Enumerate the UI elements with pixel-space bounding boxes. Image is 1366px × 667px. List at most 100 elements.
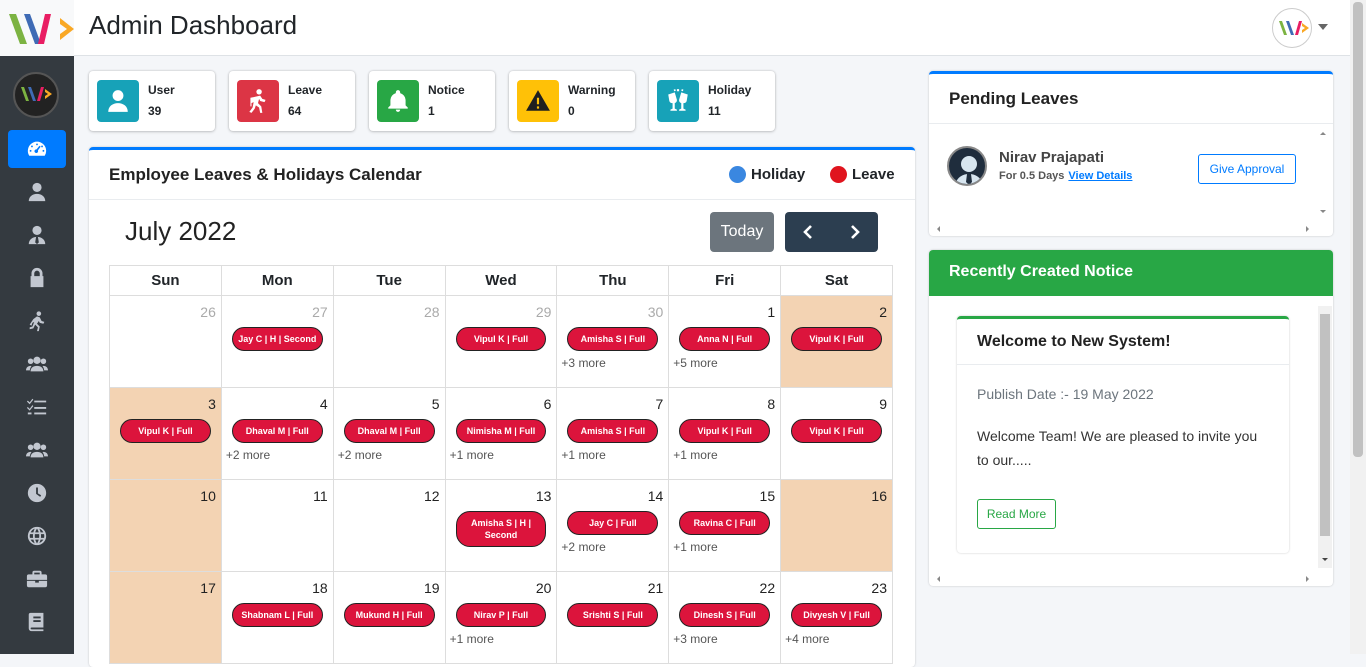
leave-event[interactable]: Dhaval M | Full (343, 419, 435, 443)
more-events-link[interactable]: +3 more (561, 356, 605, 370)
day-number[interactable]: 27 (312, 304, 328, 320)
day-number[interactable]: 22 (760, 580, 776, 596)
leave-event[interactable]: Dhaval M | Full (231, 419, 323, 443)
page-scrollbar-thumb[interactable] (1353, 2, 1363, 457)
calendar-day-cell[interactable]: 29 Vipul K | Full (444, 295, 558, 388)
nav-teams[interactable] (8, 345, 66, 383)
leave-event[interactable]: Vipul K | Full (791, 419, 882, 443)
nav-leave[interactable] (8, 302, 66, 340)
calendar-day-cell[interactable]: 11 (220, 479, 334, 572)
leave-event[interactable]: Ravina C | Full (679, 511, 771, 535)
more-events-link[interactable]: +1 more (450, 632, 494, 646)
view-details-link[interactable]: View Details (1068, 170, 1132, 182)
nav-users[interactable] (8, 173, 66, 211)
nav-security[interactable] (8, 259, 66, 297)
calendar-day-cell[interactable]: 13 Amisha S | H | Second (444, 479, 558, 572)
more-events-link[interactable]: +5 more (673, 356, 717, 370)
leave-event[interactable]: Nirav P | Full (455, 603, 547, 627)
user-menu-caret-icon[interactable] (1318, 24, 1328, 30)
pending-list-hscrollbar[interactable] (933, 220, 1313, 232)
leave-event[interactable]: Divyesh V | Full (791, 603, 882, 627)
more-events-link[interactable]: +2 more (561, 540, 605, 554)
calendar-day-cell[interactable]: 10 (109, 479, 222, 572)
sidebar-avatar[interactable] (13, 72, 59, 118)
calendar-day-cell[interactable]: 14 Jay C | Full +2 more (556, 479, 670, 572)
calendar-day-cell[interactable]: 22 Dinesh S | Full +3 more (668, 571, 782, 664)
calendar-day-cell[interactable]: 2 Vipul K | Full (780, 295, 893, 388)
day-number[interactable]: 19 (424, 580, 440, 596)
day-number[interactable]: 11 (313, 488, 328, 504)
leave-event[interactable]: Dinesh S | Full (679, 603, 771, 627)
leave-event[interactable]: Shabnam L | Full (231, 603, 323, 627)
calendar-day-cell[interactable]: 16 (780, 479, 893, 572)
day-number[interactable]: 7 (655, 396, 663, 412)
calendar-day-cell[interactable]: 19 Mukund H | Full (332, 571, 446, 664)
calendar-day-cell[interactable]: 9 Vipul K | Full (780, 387, 893, 480)
nav-docs[interactable] (8, 603, 66, 641)
day-number[interactable]: 3 (208, 396, 216, 412)
stat-notice[interactable]: Notice 1 (369, 71, 495, 131)
day-number[interactable]: 28 (424, 304, 440, 320)
nav-dashboard[interactable] (8, 130, 66, 168)
day-number[interactable]: 13 (536, 488, 552, 504)
nav-tasks[interactable] (8, 388, 66, 426)
leave-event[interactable]: Vipul K | Full (120, 419, 211, 443)
calendar-day-cell[interactable]: 7 Amisha S | Full +1 more (556, 387, 670, 480)
calendar-day-cell[interactable]: 3 Vipul K | Full (109, 387, 222, 480)
stat-holiday[interactable]: Holiday 11 (649, 71, 775, 131)
day-number[interactable]: 15 (760, 488, 776, 504)
calendar-day-cell[interactable]: 21 Srishti S | Full (556, 571, 670, 664)
day-number[interactable]: 6 (544, 396, 552, 412)
next-month-button[interactable] (832, 212, 879, 252)
stat-leave[interactable]: Leave 64 (229, 71, 355, 131)
day-number[interactable]: 2 (879, 304, 887, 320)
day-number[interactable]: 20 (536, 580, 552, 596)
day-number[interactable]: 10 (200, 488, 216, 504)
today-button[interactable]: Today (710, 212, 774, 252)
read-more-button[interactable]: Read More (977, 499, 1056, 529)
notice-list-scrollbar[interactable] (1318, 306, 1332, 568)
day-number[interactable]: 1 (767, 304, 775, 320)
day-number[interactable]: 26 (200, 304, 216, 320)
leave-event[interactable]: Amisha S | H | Second (455, 511, 547, 547)
nav-attendance[interactable] (8, 474, 66, 512)
day-number[interactable]: 21 (648, 580, 664, 596)
day-number[interactable]: 18 (312, 580, 328, 596)
calendar-day-cell[interactable]: 4 Dhaval M | Full +2 more (220, 387, 334, 480)
pending-list-scrollbar[interactable] (1317, 128, 1329, 218)
leave-event[interactable]: Jay C | H | Second (231, 327, 323, 351)
nav-projects[interactable] (8, 560, 66, 598)
leave-event[interactable]: Srishti S | Full (567, 603, 659, 627)
calendar-day-cell[interactable]: 27 Jay C | H | Second (220, 295, 334, 388)
more-events-link[interactable]: +1 more (561, 448, 605, 462)
leave-event[interactable]: Vipul K | Full (455, 327, 547, 351)
calendar-day-cell[interactable]: 26 (109, 295, 222, 388)
notice-list-hscrollbar[interactable] (933, 570, 1313, 582)
leave-event[interactable]: Jay C | Full (567, 511, 659, 535)
more-events-link[interactable]: +1 more (673, 540, 717, 554)
calendar-day-cell[interactable]: 17 (109, 571, 222, 664)
more-events-link[interactable]: +2 more (338, 448, 382, 462)
calendar-day-cell[interactable]: 8 Vipul K | Full +1 more (668, 387, 782, 480)
stat-user[interactable]: User 39 (89, 71, 215, 131)
more-events-link[interactable]: +2 more (226, 448, 270, 462)
prev-month-button[interactable] (785, 212, 832, 252)
day-number[interactable]: 5 (432, 396, 440, 412)
more-events-link[interactable]: +1 more (673, 448, 717, 462)
leave-event[interactable]: Amisha S | Full (567, 327, 659, 351)
day-number[interactable]: 30 (648, 304, 664, 320)
user-avatar[interactable] (1272, 8, 1312, 48)
day-number[interactable]: 4 (320, 396, 328, 412)
calendar-day-cell[interactable]: 30 Amisha S | Full +3 more (556, 295, 670, 388)
calendar-day-cell[interactable]: 18 Shabnam L | Full (220, 571, 334, 664)
give-approval-button[interactable]: Give Approval (1198, 154, 1296, 184)
day-number[interactable]: 8 (767, 396, 775, 412)
day-number[interactable]: 23 (871, 580, 887, 596)
calendar-day-cell[interactable]: 12 (332, 479, 446, 572)
brand-logo[interactable] (0, 0, 74, 56)
calendar-day-cell[interactable]: 23 Divyesh V | Full +4 more (780, 571, 893, 664)
leave-event[interactable]: Vipul K | Full (791, 327, 882, 351)
day-number[interactable]: 9 (879, 396, 887, 412)
day-number[interactable]: 17 (200, 580, 216, 596)
calendar-day-cell[interactable]: 6 Nimisha M | Full +1 more (444, 387, 558, 480)
